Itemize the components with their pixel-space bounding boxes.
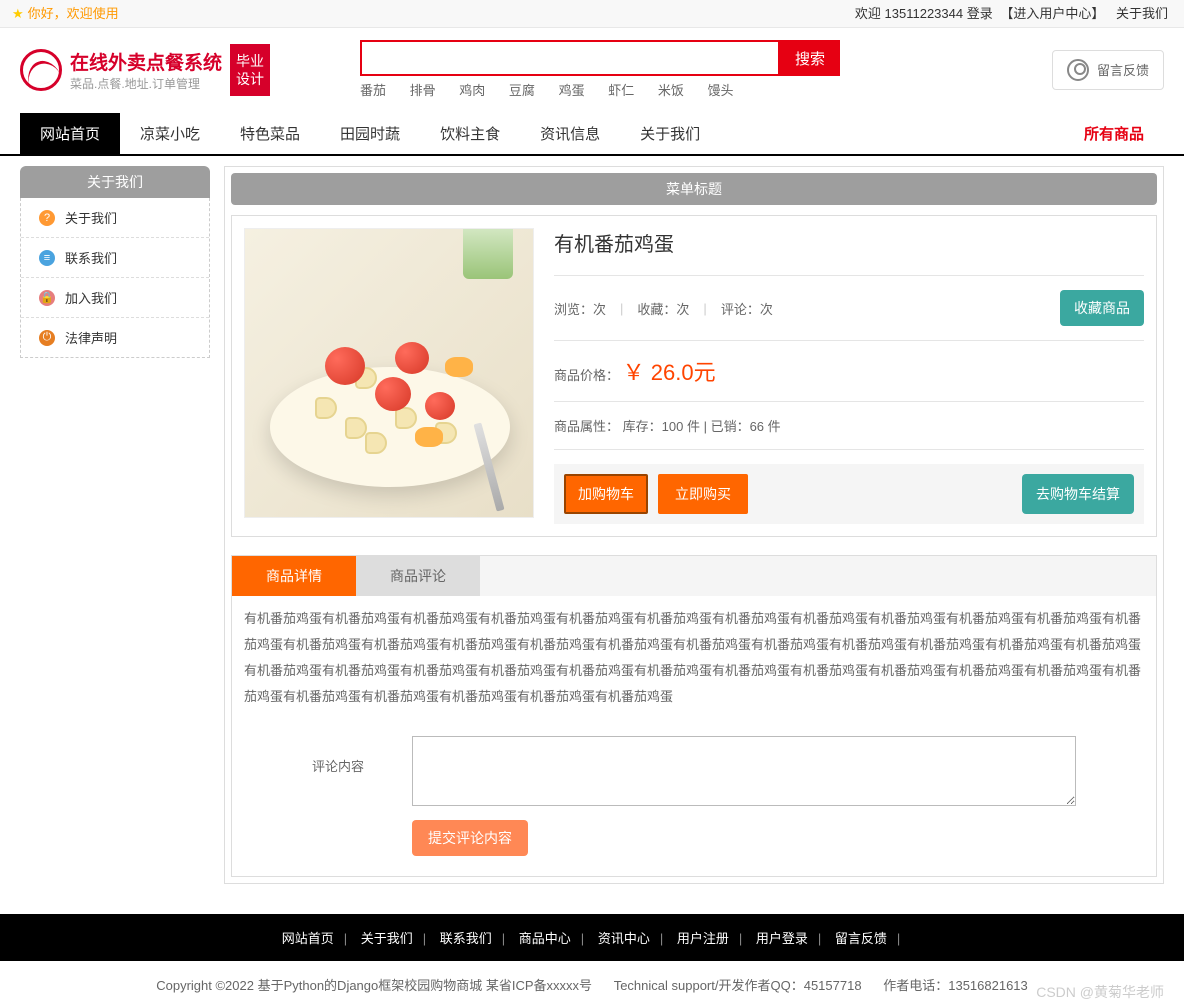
lock-icon: 🔒 bbox=[39, 290, 55, 306]
topbar: ★你好，欢迎使用 欢迎 13511223344 登录 【进入用户中心】 关于我们 bbox=[0, 0, 1184, 28]
comment-textarea[interactable] bbox=[412, 736, 1076, 806]
sidebar-item-label: 加入我们 bbox=[65, 288, 117, 307]
favorite-button[interactable]: 收藏商品 bbox=[1060, 290, 1144, 326]
all-products-link[interactable]: 所有商品 bbox=[1064, 113, 1164, 154]
site-subtitle: 菜品.点餐.地址.订单管理 bbox=[70, 75, 222, 92]
sidebar-item-legal[interactable]: ⏻ 法律声明 bbox=[21, 318, 209, 357]
stock-value: 库存：100 件 bbox=[623, 419, 700, 434]
search-button[interactable]: 搜索 bbox=[780, 40, 840, 76]
hotword[interactable]: 鸡蛋 bbox=[559, 83, 585, 98]
footer-link[interactable]: 联系我们 bbox=[440, 931, 492, 946]
product-image bbox=[244, 228, 534, 518]
search-input[interactable] bbox=[360, 40, 780, 76]
product-info: 有机番茄鸡蛋 浏览：次 | 收藏：次 | 评论：次 收藏商品 商品价格： ￥ 2… bbox=[554, 228, 1144, 524]
support-text: Technical support/开发作者QQ：45157718 bbox=[614, 978, 862, 993]
nav-item[interactable]: 凉菜小吃 bbox=[120, 113, 220, 154]
sidebar-title: 关于我们 bbox=[20, 166, 210, 198]
detail-box: 商品详情 商品评论 有机番茄鸡蛋有机番茄鸡蛋有机番茄鸡蛋有机番茄鸡蛋有机番茄鸡蛋… bbox=[231, 555, 1157, 877]
hotword[interactable]: 虾仁 bbox=[608, 83, 634, 98]
nav-item[interactable]: 饮料主食 bbox=[420, 113, 520, 154]
button-row: 加购物车 立即购买 去购物车结算 bbox=[554, 464, 1144, 524]
about-link[interactable]: 关于我们 bbox=[1116, 6, 1168, 21]
nav-home[interactable]: 网站首页 bbox=[20, 113, 120, 154]
feedback-button[interactable]: 留言反馈 bbox=[1052, 50, 1164, 90]
main-nav: 网站首页 凉菜小吃 特色菜品 田园时蔬 饮料主食 资讯信息 关于我们 所有商品 bbox=[0, 113, 1184, 154]
sidebar-item-label: 联系我们 bbox=[65, 248, 117, 267]
star-icon: ★ bbox=[12, 0, 24, 28]
footer-link[interactable]: 资讯中心 bbox=[598, 931, 650, 946]
stats-row: 浏览：次 | 收藏：次 | 评论：次 收藏商品 bbox=[554, 290, 1144, 326]
site-title: 在线外卖点餐系统 bbox=[70, 48, 222, 75]
sidebar-item-about[interactable]: ? 关于我们 bbox=[21, 198, 209, 238]
footer-link[interactable]: 留言反馈 bbox=[835, 931, 887, 946]
feedback-label: 留言反馈 bbox=[1097, 60, 1149, 79]
attr-row: 商品属性： 库存：100 件 | 已销：66 件 bbox=[554, 416, 1144, 435]
add-cart-button[interactable]: 加购物车 bbox=[564, 474, 648, 514]
views-label: 浏览：次 bbox=[554, 299, 606, 318]
favs-label: 收藏：次 bbox=[637, 299, 689, 318]
hotword[interactable]: 鸡肉 bbox=[459, 83, 485, 98]
power-icon: ⏻ bbox=[39, 330, 55, 346]
tab-detail[interactable]: 商品详情 bbox=[232, 556, 356, 596]
nav-item[interactable]: 资讯信息 bbox=[520, 113, 620, 154]
nav-item[interactable]: 田园时蔬 bbox=[320, 113, 420, 154]
welcome-user: 欢迎 13511223344 登录 bbox=[855, 6, 993, 21]
main-content: 菜单标题 有机番茄鸡蛋 浏览：次 | 收藏：次 bbox=[224, 166, 1164, 884]
logo-icon bbox=[20, 49, 62, 91]
product-box: 有机番茄鸡蛋 浏览：次 | 收藏：次 | 评论：次 收藏商品 商品价格： ￥ 2… bbox=[231, 215, 1157, 537]
info-icon: ? bbox=[39, 210, 55, 226]
price-label: 商品价格： bbox=[554, 368, 619, 383]
hotwords: 番茄 排骨 鸡肉 豆腐 鸡蛋 虾仁 米饭 馒头 bbox=[360, 80, 1052, 99]
topbar-right: 欢迎 13511223344 登录 【进入用户中心】 关于我们 bbox=[855, 0, 1172, 27]
sidebar: 关于我们 ? 关于我们 ≡ 联系我们 🔒 加入我们 ⏻ 法律声明 bbox=[20, 166, 210, 884]
comments-label: 评论：次 bbox=[721, 299, 773, 318]
hotword[interactable]: 番茄 bbox=[360, 83, 386, 98]
nav-item[interactable]: 特色菜品 bbox=[220, 113, 320, 154]
sold-value: 已销：66 件 bbox=[711, 419, 781, 434]
phone-text: 作者电话：13516821613 bbox=[883, 978, 1028, 993]
sidebar-item-label: 法律声明 bbox=[65, 328, 117, 347]
welcome-text: ★你好，欢迎使用 bbox=[12, 0, 119, 27]
sidebar-item-contact[interactable]: ≡ 联系我们 bbox=[21, 238, 209, 278]
hotword[interactable]: 馒头 bbox=[707, 83, 733, 98]
attr-label: 商品属性： bbox=[554, 419, 619, 434]
header: 在线外卖点餐系统 菜品.点餐.地址.订单管理 毕业设计 搜索 番茄 排骨 鸡肉 … bbox=[0, 28, 1184, 105]
user-center-link[interactable]: 【进入用户中心】 bbox=[1000, 6, 1104, 21]
logo-area[interactable]: 在线外卖点餐系统 菜品.点餐.地址.订单管理 毕业设计 bbox=[20, 44, 360, 96]
sidebar-item-join[interactable]: 🔒 加入我们 bbox=[21, 278, 209, 318]
submit-comment-button[interactable]: 提交评论内容 bbox=[412, 820, 528, 856]
product-description: 有机番茄鸡蛋有机番茄鸡蛋有机番茄鸡蛋有机番茄鸡蛋有机番茄鸡蛋有机番茄鸡蛋有机番茄… bbox=[232, 596, 1156, 720]
watermark: CSDN @黄菊华老师 bbox=[1036, 982, 1164, 1002]
nav-item[interactable]: 关于我们 bbox=[620, 113, 720, 154]
go-cart-button[interactable]: 去购物车结算 bbox=[1022, 474, 1134, 514]
badge: 毕业设计 bbox=[230, 44, 270, 96]
footer-info: Copyright ©2022 基于Python的Django框架校园购物商城 … bbox=[0, 961, 1184, 1008]
search-area: 搜索 番茄 排骨 鸡肉 豆腐 鸡蛋 虾仁 米饭 馒头 bbox=[360, 40, 1052, 99]
buy-now-button[interactable]: 立即购买 bbox=[658, 474, 748, 514]
footer-link[interactable]: 网站首页 bbox=[282, 931, 334, 946]
footer-nav: 网站首页| 关于我们| 联系我们| 商品中心| 资讯中心| 用户注册| 用户登录… bbox=[0, 914, 1184, 961]
section-title: 菜单标题 bbox=[231, 173, 1157, 205]
copyright-text: Copyright ©2022 基于Python的Django框架校园购物商城 … bbox=[156, 978, 592, 993]
list-icon: ≡ bbox=[39, 250, 55, 266]
comment-form: 评论内容 提交评论内容 bbox=[232, 720, 1156, 876]
footer-link[interactable]: 关于我们 bbox=[361, 931, 413, 946]
hotword[interactable]: 米饭 bbox=[658, 83, 684, 98]
headset-icon bbox=[1067, 59, 1089, 81]
footer-link[interactable]: 用户登录 bbox=[756, 931, 808, 946]
footer-link[interactable]: 商品中心 bbox=[519, 931, 571, 946]
product-name: 有机番茄鸡蛋 bbox=[554, 228, 1144, 257]
price-row: 商品价格： ￥ 26.0元 bbox=[554, 355, 1144, 387]
logo-text: 在线外卖点餐系统 菜品.点餐.地址.订单管理 bbox=[70, 48, 222, 92]
tabs: 商品详情 商品评论 bbox=[232, 556, 1156, 596]
hotword[interactable]: 豆腐 bbox=[509, 83, 535, 98]
footer-link[interactable]: 用户注册 bbox=[677, 931, 729, 946]
tab-comments[interactable]: 商品评论 bbox=[356, 556, 480, 596]
hotword[interactable]: 排骨 bbox=[410, 83, 436, 98]
price-value: ￥ 26.0元 bbox=[623, 360, 716, 385]
sidebar-item-label: 关于我们 bbox=[65, 208, 117, 227]
comment-label: 评论内容 bbox=[312, 736, 412, 775]
